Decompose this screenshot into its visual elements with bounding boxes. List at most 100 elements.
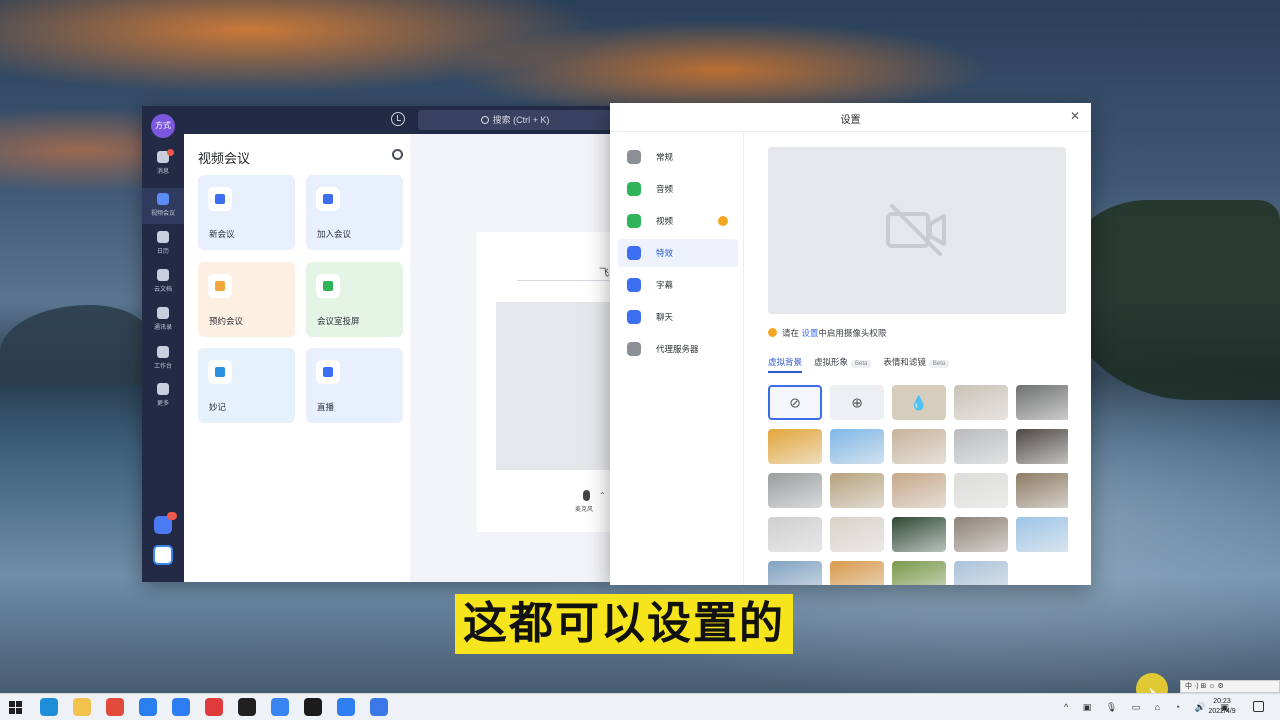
edge-icon[interactable] — [40, 698, 58, 716]
settings-nav-item-6[interactable]: 代理服务器 — [618, 335, 738, 363]
background-option-image[interactable] — [830, 473, 884, 508]
rail-item-3[interactable]: 云文档 — [142, 264, 184, 300]
settings-nav-label: 视频 — [656, 216, 674, 226]
tile-camera[interactable]: 新会议 — [198, 175, 295, 250]
live-icon — [316, 360, 340, 384]
settings-nav-icon — [627, 182, 641, 196]
tile-cast[interactable]: 会议室投屏 — [306, 262, 403, 337]
background-option-image[interactable] — [768, 517, 822, 552]
notification-app-icon[interactable] — [154, 512, 177, 534]
settings-nav-item-4[interactable]: 字幕 — [618, 271, 738, 299]
warning-dot-icon — [718, 216, 728, 226]
background-option-image[interactable] — [830, 517, 884, 552]
background-option-image[interactable] — [954, 385, 1008, 420]
background-option-image[interactable] — [892, 561, 946, 585]
background-option-image[interactable] — [830, 429, 884, 464]
tile-label: 直播 — [317, 402, 335, 412]
background-option-image[interactable] — [892, 517, 946, 552]
background-option-image[interactable] — [768, 561, 822, 585]
unread-badge — [167, 149, 174, 156]
settings-link[interactable]: 设置 — [801, 328, 818, 338]
settings-dialog: 设置 ✕ 常规 音频 视频 特效 字幕 聊天 代理服务器 请在 设置中启用摄像头权限 虚拟背… — [610, 103, 1091, 585]
blur-icon: 💧 — [910, 394, 928, 410]
settings-nav-item-5[interactable]: 聊天 — [618, 303, 738, 331]
avatar[interactable]: 方式 — [151, 114, 175, 138]
cast-icon — [316, 274, 340, 298]
more-icon — [157, 383, 169, 395]
settings-nav-item-3[interactable]: 特效 — [618, 239, 738, 267]
app-top-bar: 搜索 (Ctrl + K) — [184, 106, 612, 134]
background-option-image[interactable] — [1016, 385, 1068, 420]
tile-schedule[interactable]: 预约会议 — [198, 262, 295, 337]
background-option-image[interactable] — [1016, 473, 1068, 508]
search-placeholder: 搜索 (Ctrl + K) — [492, 115, 550, 125]
background-option-image[interactable] — [768, 429, 822, 464]
background-option-blur[interactable]: 💧 — [892, 385, 946, 420]
background-option-image[interactable] — [768, 473, 822, 508]
meeting-preview-card: 飞 ⌃ 麦克风 — [477, 232, 613, 532]
tab-0[interactable]: 虚拟背景 — [768, 356, 803, 373]
file-explorer-icon[interactable] — [73, 698, 91, 716]
close-icon[interactable]: ✕ — [1070, 109, 1080, 123]
feishu-icon[interactable] — [139, 698, 157, 716]
clock[interactable]: 20:23 2022/4/9 — [1200, 697, 1244, 717]
notification-center-icon[interactable] — [1253, 701, 1264, 712]
background-option-image[interactable] — [954, 473, 1008, 508]
rail-item-0[interactable]: 消息 — [142, 146, 184, 182]
video-editor-icon[interactable] — [238, 698, 256, 716]
schedule-icon — [208, 274, 232, 298]
clock-date: 2022/4/9 — [1208, 708, 1236, 715]
cloud-doc-icon — [157, 269, 169, 281]
lark-icon[interactable] — [271, 698, 289, 716]
chevron-up-icon[interactable]: ⌃ — [599, 491, 606, 500]
tab-label: 虚拟形象 — [814, 357, 849, 367]
background-option-image[interactable] — [892, 473, 946, 508]
settings-nav-item-0[interactable]: 常规 — [618, 143, 738, 171]
settings-nav-label: 音频 — [656, 184, 674, 194]
background-option-image[interactable] — [830, 561, 884, 585]
tile-minutes[interactable]: 妙记 — [198, 348, 295, 423]
wps-icon[interactable] — [205, 698, 223, 716]
tencent-meeting-icon[interactable] — [172, 698, 190, 716]
tab-label: 表情和滤镜 — [883, 357, 926, 367]
background-option-image[interactable] — [1016, 429, 1068, 464]
tile-live[interactable]: 直播 — [306, 348, 403, 423]
background-option-add[interactable]: ⊕ — [830, 385, 884, 420]
background-option-image[interactable] — [1016, 517, 1068, 552]
rail-item-4[interactable]: 通讯录 — [142, 302, 184, 338]
background-option-image[interactable] — [954, 561, 1008, 585]
rail-item-2[interactable]: 日历 — [142, 226, 184, 262]
background-option-image[interactable] — [954, 429, 1008, 464]
rail-item-5[interactable]: 工作台 — [142, 341, 184, 377]
settings-nav-item-2[interactable]: 视频 — [618, 207, 738, 235]
camera-icon — [208, 187, 232, 211]
windows-start-icon[interactable] — [9, 701, 22, 714]
app-logo-icon[interactable] — [153, 545, 173, 565]
tile-label: 加入会议 — [317, 229, 352, 239]
rail-item-1[interactable]: 视频会议 — [142, 188, 184, 224]
rail-item-6[interactable]: 更多 — [142, 378, 184, 414]
settings-nav-icon — [627, 214, 641, 228]
ime-toolbar[interactable]: 中 ·) ⊞ ☺ ⚙ — [1180, 680, 1280, 693]
background-option-none[interactable]: ⊘ — [768, 385, 822, 420]
tab-1[interactable]: 虚拟形象 Beta — [814, 356, 872, 371]
search-input[interactable]: 搜索 (Ctrl + K) — [418, 110, 612, 130]
gear-icon[interactable] — [392, 149, 403, 160]
chrome-icon[interactable] — [106, 698, 124, 716]
workbench-icon — [157, 346, 169, 358]
background-option-image[interactable] — [954, 517, 1008, 552]
wallpaper-shore — [0, 305, 150, 385]
camera-preview — [496, 302, 613, 470]
rail-item-label: 消息 — [156, 169, 169, 175]
history-icon[interactable] — [391, 112, 405, 126]
tab-2[interactable]: 表情和滤镜 Beta — [883, 356, 950, 371]
capcut-icon[interactable] — [304, 698, 322, 716]
camera-off-icon — [886, 204, 946, 256]
dingtalk-icon[interactable] — [337, 698, 355, 716]
settings-nav-label: 代理服务器 — [656, 344, 699, 354]
app-icon[interactable] — [370, 698, 388, 716]
background-option-image[interactable] — [892, 429, 946, 464]
microphone-icon[interactable] — [583, 490, 590, 501]
tile-join[interactable]: 加入会议 — [306, 175, 403, 250]
settings-nav-item-1[interactable]: 音频 — [618, 175, 738, 203]
